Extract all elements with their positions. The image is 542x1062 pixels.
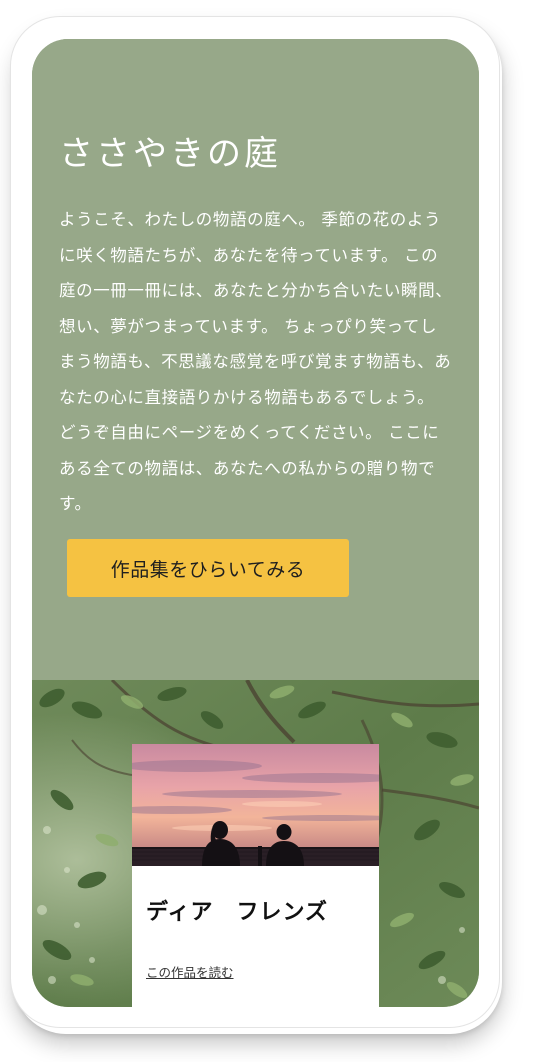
- open-collection-button[interactable]: 作品集をひらいてみる: [67, 539, 349, 597]
- page-title: ささやきの庭: [59, 134, 281, 174]
- featured-works-section: ディア フレンズ この作品を読む: [32, 680, 479, 1007]
- sunset-friends-image: [132, 744, 379, 866]
- phone-screen[interactable]: ささやきの庭 ようこそ、わたしの物語の庭へ。 季節の花のように咲く物語たちが、あ…: [32, 39, 479, 1007]
- read-work-link[interactable]: この作品を読む: [146, 962, 234, 981]
- work-card[interactable]: ディア フレンズ この作品を読む: [132, 744, 379, 1007]
- work-title: ディア フレンズ: [146, 900, 329, 925]
- intro-paragraph: ようこそ、わたしの物語の庭へ。 季節の花のように咲く物語たちが、あなたを待ってい…: [59, 210, 453, 513]
- hero-section: ささやきの庭 ようこそ、わたしの物語の庭へ。 季節の花のように咲く物語たちが、あ…: [32, 39, 479, 680]
